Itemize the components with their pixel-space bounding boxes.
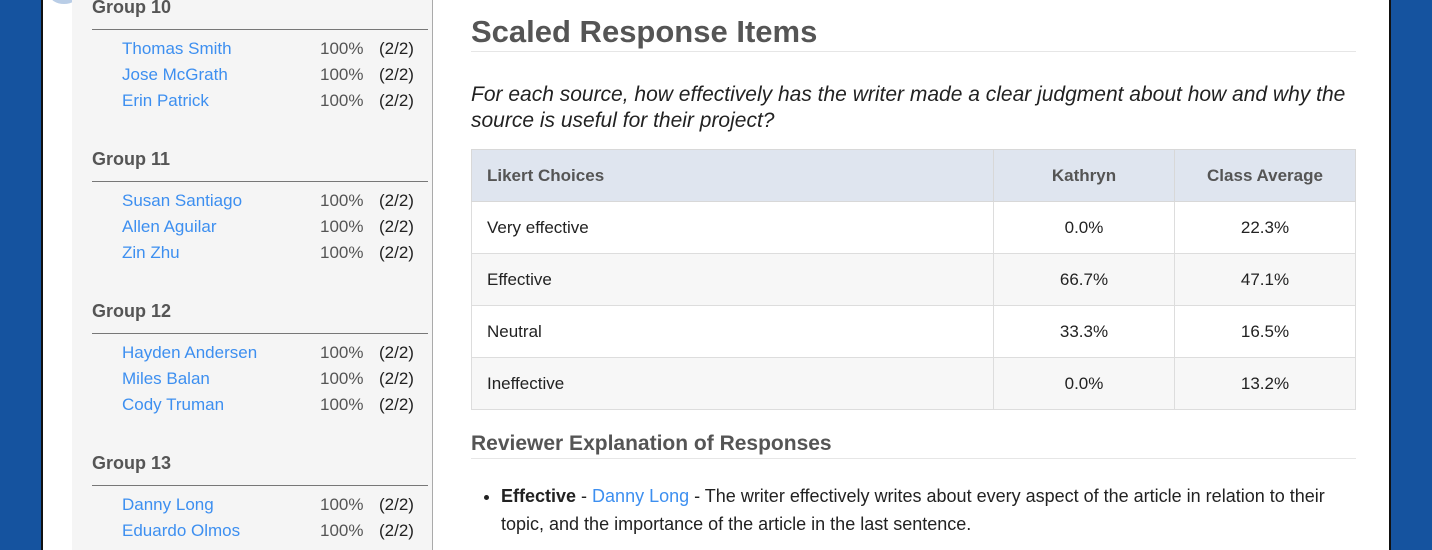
member-percent: 100%: [320, 91, 364, 110]
member-link[interactable]: Allen Aguilar: [122, 214, 217, 240]
member-row: Eduardo Olmos 100% (2/2): [92, 518, 428, 544]
likert-choice: Effective: [471, 253, 994, 306]
member-percent: 100%: [320, 217, 364, 236]
member-percent: 100%: [320, 495, 364, 514]
member-link[interactable]: Hayden Andersen: [122, 340, 257, 366]
member-row: Erin Patrick 100% (2/2): [92, 88, 428, 114]
likert-table: Likert Choices Kathryn Class Average Ver…: [471, 149, 1356, 410]
member-percent: 100%: [320, 369, 364, 388]
group-title-text: Group 13: [92, 453, 172, 473]
explanation-item: Effective - Danny Long - The writer effe…: [501, 482, 1361, 538]
explanations-list: Effective - Danny Long - The writer effe…: [501, 482, 1361, 538]
member-row: Cody Truman 100% (2/2): [92, 392, 428, 418]
class-average-value: 47.1%: [1174, 253, 1356, 306]
member-row: Zin Zhu 100% (2/2): [92, 240, 428, 266]
member-link[interactable]: Jose McGrath: [122, 62, 228, 88]
reviewer-link[interactable]: Danny Long: [592, 486, 689, 506]
header-student: Kathryn: [993, 149, 1175, 202]
member-fraction: (2/2): [379, 217, 414, 236]
member-link[interactable]: Thomas Smith: [122, 36, 232, 62]
member-fraction: (2/2): [379, 243, 414, 262]
member-row: Jose McGrath 100% (2/2): [92, 62, 428, 88]
member-percent: 100%: [320, 243, 364, 262]
group-title-text: Group 12: [92, 301, 172, 321]
member-fraction: (2/2): [379, 395, 414, 414]
member-percent: 100%: [320, 191, 364, 210]
group-title: Group 11: [92, 149, 428, 182]
header-likert-choices: Likert Choices: [471, 149, 994, 202]
member-fraction: (2/2): [379, 343, 414, 362]
student-value: 33.3%: [993, 305, 1175, 358]
member-fraction: (2/2): [379, 39, 414, 58]
member-link[interactable]: Erin Patrick: [122, 88, 209, 114]
group-title-text: Group 10: [92, 0, 172, 17]
likert-choice: Ineffective: [471, 357, 994, 410]
group-title: Group 13: [92, 453, 428, 486]
likert-choice: Neutral: [471, 305, 994, 358]
member-row: Miles Balan 100% (2/2): [92, 366, 428, 392]
sidebar: Group 10 Thomas Smith 100% (2/2) Jose McGrat…: [72, 0, 433, 550]
header-class-average: Class Average: [1174, 149, 1356, 202]
likert-choice: Very effective: [471, 201, 994, 254]
explanation-choice: Effective: [501, 486, 577, 506]
member-row: Hayden Andersen 100% (2/2): [92, 340, 428, 366]
group-title: Group 10: [92, 0, 428, 30]
separator: -: [576, 486, 593, 506]
group-section: Group 12 Hayden Andersen 100% (2/2) Miles Ba…: [92, 301, 428, 418]
explanations-heading: Reviewer Explanation of Responses: [471, 430, 1356, 459]
group-section: Group 11 Susan Santiago 100% (2/2) Allen Agu…: [92, 149, 428, 266]
student-value: 0.0%: [993, 357, 1175, 410]
member-link[interactable]: Susan Santiago: [122, 188, 242, 214]
page-title: Scaled Response Items: [471, 12, 1356, 52]
student-value: 66.7%: [993, 253, 1175, 306]
table-header-row: Likert Choices Kathryn Class Average: [471, 149, 1356, 202]
member-row: Danny Long 100% (2/2): [92, 492, 428, 518]
member-percent: 100%: [320, 343, 364, 362]
member-percent: 100%: [320, 521, 364, 540]
member-fraction: (2/2): [379, 191, 414, 210]
group-section: Group 13 Danny Long 100% (2/2) Eduardo Olmos…: [92, 453, 428, 544]
member-fraction: (2/2): [379, 369, 414, 388]
member-percent: 100%: [320, 39, 364, 58]
group-section: Group 10 Thomas Smith 100% (2/2) Jose McGrat…: [92, 0, 428, 114]
member-fraction: (2/2): [379, 495, 414, 514]
member-row: Thomas Smith 100% (2/2): [92, 36, 428, 62]
member-row: Allen Aguilar 100% (2/2): [92, 214, 428, 240]
table-row: Neutral 33.3% 16.5%: [471, 305, 1356, 358]
table-row: Very effective 0.0% 22.3%: [471, 201, 1356, 254]
member-percent: 100%: [320, 65, 364, 84]
member-link[interactable]: Eduardo Olmos: [122, 518, 240, 544]
member-fraction: (2/2): [379, 65, 414, 84]
member-link[interactable]: Cody Truman: [122, 392, 224, 418]
student-value: 0.0%: [993, 201, 1175, 254]
class-average-value: 22.3%: [1174, 201, 1356, 254]
table-row: Effective 66.7% 47.1%: [471, 253, 1356, 306]
member-fraction: (2/2): [379, 521, 414, 540]
member-row: Susan Santiago 100% (2/2): [92, 188, 428, 214]
member-link[interactable]: Danny Long: [122, 492, 214, 518]
member-fraction: (2/2): [379, 91, 414, 110]
group-title-text: Group 11: [92, 149, 171, 169]
member-link[interactable]: Zin Zhu: [122, 240, 180, 266]
member-link[interactable]: Miles Balan: [122, 366, 210, 392]
member-percent: 100%: [320, 395, 364, 414]
class-average-value: 13.2%: [1174, 357, 1356, 410]
table-row: Ineffective 0.0% 13.2%: [471, 357, 1356, 410]
class-average-value: 16.5%: [1174, 305, 1356, 358]
question-text: For each source, how effectively has the…: [471, 83, 1346, 132]
group-title: Group 12: [92, 301, 428, 334]
